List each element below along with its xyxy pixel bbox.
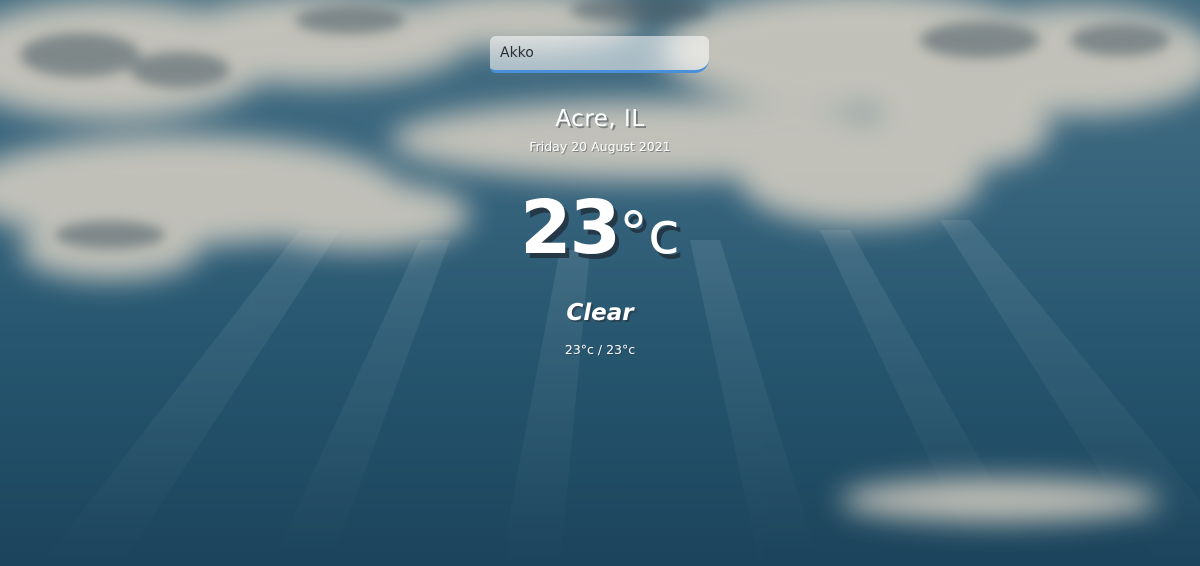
temperature-unit: °c	[619, 199, 680, 267]
background-sky-image	[0, 0, 1200, 566]
temperature-value: 23	[520, 185, 621, 271]
min-max-temperature: 23°c / 23°c	[564, 342, 636, 357]
location-name: Acre, IL	[555, 106, 645, 132]
current-date: Friday 20 August 2021	[529, 139, 671, 154]
cloud-layer	[0, 0, 1200, 566]
search-box[interactable]	[490, 36, 709, 73]
search-input[interactable]	[490, 36, 709, 73]
weather-condition: Clear	[566, 300, 634, 326]
temperature-display: 23°c	[0, 184, 1200, 277]
